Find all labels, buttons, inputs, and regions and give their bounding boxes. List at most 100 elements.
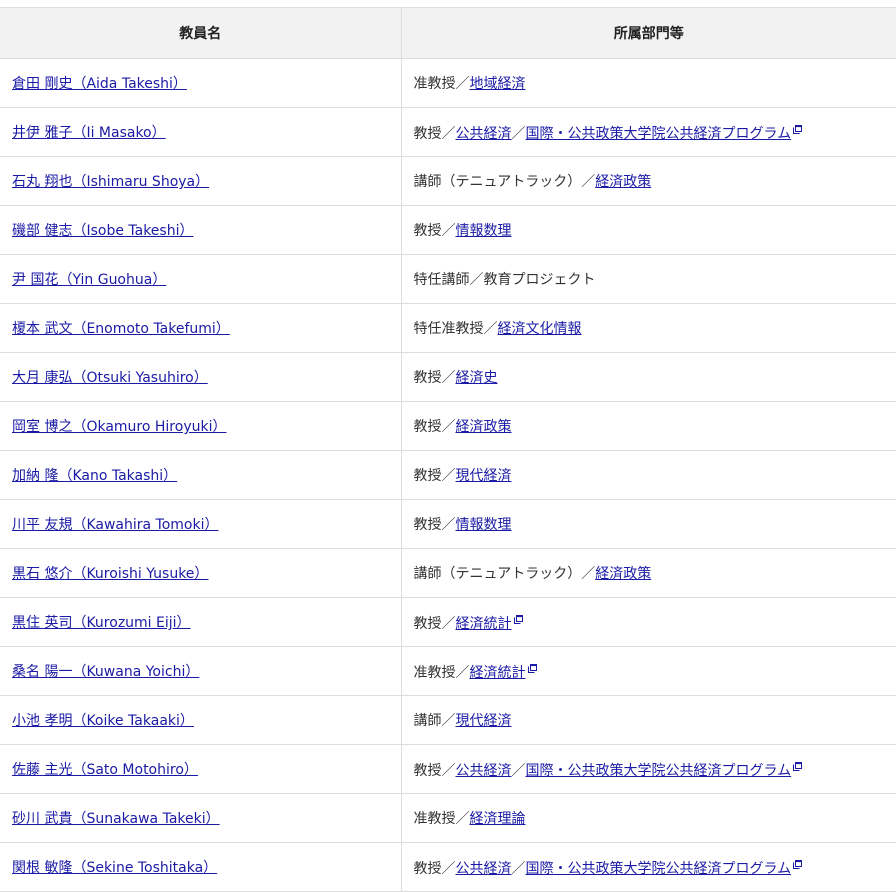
- faculty-name-cell: 榎本 武文（Enomoto Takefumi）: [0, 303, 402, 353]
- faculty-table: 教員名 所属部門等 倉田 剛史（Aida Takeshi） 准教授／地域経済 井伊 …: [0, 7, 896, 892]
- department-link[interactable]: 公共経済: [456, 763, 512, 779]
- table-row: 磯部 健志（Isobe Takeshi） 教授／情報数理: [0, 205, 896, 255]
- faculty-name-cell: 佐藤 主光（Sato Motohiro）: [0, 744, 402, 794]
- faculty-name-link[interactable]: 加納 隆（Kano Takashi）: [12, 468, 177, 484]
- faculty-name-cell: 井伊 雅子（Ii Masako）: [0, 107, 402, 157]
- department-link[interactable]: 地域経済: [470, 76, 526, 92]
- faculty-name-link[interactable]: 倉田 剛史（Aida Takeshi）: [12, 76, 187, 92]
- department-link-label: 情報数理: [455, 517, 512, 533]
- position-title: 教授: [413, 223, 442, 239]
- table-row: 黒住 英司（Kurozumi Eiji） 教授／経済統計: [0, 597, 896, 647]
- separator: ／: [441, 468, 456, 484]
- department-cell: 講師（テニュアトラック）／経済政策: [401, 156, 896, 206]
- faculty-name-cell: 尹 国花（Yin Guohua）: [0, 254, 402, 304]
- department-cell: 教授／情報数理: [401, 499, 896, 549]
- separator: ／: [441, 125, 456, 142]
- separator: ／: [511, 762, 526, 779]
- department-link[interactable]: 経済理論: [470, 811, 526, 827]
- table-row: 佐藤 主光（Sato Motohiro） 教授／公共経済／国際・公共政策大学院公共…: [0, 744, 896, 794]
- table-row: 榎本 武文（Enomoto Takefumi） 特任准教授／経済文化情報: [0, 303, 896, 353]
- department-link[interactable]: 情報数理: [456, 517, 512, 533]
- faculty-name-cell: 大月 康弘（Otsuki Yasuhiro）: [0, 352, 402, 402]
- faculty-name-link[interactable]: 磯部 健志（Isobe Takeshi）: [12, 223, 193, 239]
- external-link-icon: [793, 857, 803, 873]
- column-header-name: 教員名: [0, 7, 402, 59]
- faculty-name-link[interactable]: 石丸 翔也（Ishimaru Shoya）: [12, 174, 209, 190]
- department-cell: 教授／公共経済／国際・公共政策大学院公共経済プログラム: [401, 842, 896, 892]
- table-row: 黒石 悠介（Kuroishi Yusuke） 講師（テニュアトラック）／経済政策: [0, 548, 896, 598]
- faculty-name-link[interactable]: 関根 敏隆（Sekine Toshitaka）: [12, 860, 217, 876]
- department-cell: 教授／現代経済: [401, 450, 896, 500]
- faculty-name-link[interactable]: 川平 友規（Kawahira Tomoki）: [12, 517, 218, 533]
- external-link-icon: [793, 759, 803, 775]
- position-title: 教授: [413, 517, 442, 533]
- position-title: 准教授: [413, 664, 456, 681]
- faculty-name-link[interactable]: 桑名 陽一（Kuwana Yoichi）: [12, 664, 199, 680]
- position-title: 教授: [413, 762, 442, 779]
- faculty-name-link[interactable]: 尹 国花（Yin Guohua）: [12, 272, 166, 288]
- department-link[interactable]: 経済文化情報: [498, 321, 582, 337]
- department-link[interactable]: 経済統計: [469, 663, 537, 681]
- faculty-name-link[interactable]: 黒住 英司（Kurozumi Eiji）: [12, 615, 191, 631]
- position-title: 教授: [413, 370, 442, 386]
- table-row: 砂川 武貴（Sunakawa Takeki） 准教授／経済理論: [0, 793, 896, 843]
- faculty-name-link[interactable]: 佐藤 主光（Sato Motohiro）: [12, 762, 198, 778]
- separator: ／: [441, 713, 456, 729]
- department-link-label: 経済理論: [469, 811, 526, 827]
- faculty-name-link[interactable]: 大月 康弘（Otsuki Yasuhiro）: [12, 370, 208, 386]
- external-link-icon: [513, 612, 523, 628]
- position-title: 講師（テニュアトラック）: [413, 174, 582, 190]
- faculty-name-cell: 加納 隆（Kano Takashi）: [0, 450, 402, 500]
- separator: ／: [441, 517, 456, 533]
- faculty-name-link[interactable]: 砂川 武貴（Sunakawa Takeki）: [12, 811, 220, 827]
- separator: ／: [441, 223, 456, 239]
- department-link[interactable]: 経済史: [456, 370, 498, 386]
- external-link-icon: [793, 122, 803, 138]
- department-link-label: 経済政策: [595, 174, 652, 190]
- department-cell: 教授／公共経済／国際・公共政策大学院公共経済プログラム: [401, 744, 896, 794]
- faculty-name-link[interactable]: 井伊 雅子（Ii Masako）: [12, 125, 166, 141]
- separator: ／: [455, 76, 470, 92]
- department-link-label: 経済統計: [469, 664, 526, 681]
- department-link-label: 経済統計: [455, 615, 512, 632]
- position-title: 講師（テニュアトラック）: [413, 566, 582, 582]
- department-link[interactable]: 情報数理: [456, 223, 512, 239]
- faculty-name-link[interactable]: 黒石 悠介（Kuroishi Yusuke）: [12, 566, 208, 582]
- faculty-name-cell: 川平 友規（Kawahira Tomoki）: [0, 499, 402, 549]
- separator: ／: [483, 321, 498, 337]
- table-row: 小池 孝明（Koike Takaaki） 講師／現代経済: [0, 695, 896, 745]
- position-title: 講師: [413, 713, 442, 729]
- position-title: 教授: [413, 860, 442, 877]
- faculty-name-link[interactable]: 岡室 博之（Okamuro Hiroyuki）: [12, 419, 226, 435]
- department-link[interactable]: 経済統計: [455, 614, 523, 632]
- department-link-label: 公共経済: [455, 860, 512, 877]
- faculty-name-cell: 砂川 武貴（Sunakawa Takeki）: [0, 793, 402, 843]
- department-link[interactable]: 公共経済: [456, 126, 512, 142]
- table-row: 加納 隆（Kano Takashi） 教授／現代経済: [0, 450, 896, 500]
- position-title: 教授: [413, 468, 442, 484]
- department-link[interactable]: 経済政策: [595, 566, 651, 582]
- department-link[interactable]: 公共経済: [456, 861, 512, 877]
- faculty-name-link[interactable]: 榎本 武文（Enomoto Takefumi）: [12, 321, 230, 337]
- department-link[interactable]: 経済政策: [456, 419, 512, 435]
- department-link[interactable]: 現代経済: [456, 468, 512, 484]
- column-header-department: 所属部門等: [401, 7, 896, 59]
- department-link[interactable]: 現代経済: [456, 713, 512, 729]
- department-link[interactable]: 経済政策: [595, 174, 651, 190]
- department-link[interactable]: 国際・公共政策大学院公共経済プログラム: [525, 761, 803, 779]
- faculty-name-cell: 小池 孝明（Koike Takaaki）: [0, 695, 402, 745]
- department-cell: 特任講師／教育プロジェクト: [401, 254, 896, 304]
- table-row: 大月 康弘（Otsuki Yasuhiro） 教授／経済史: [0, 352, 896, 402]
- table-row: 桑名 陽一（Kuwana Yoichi） 准教授／経済統計: [0, 646, 896, 696]
- faculty-name-link[interactable]: 小池 孝明（Koike Takaaki）: [12, 713, 194, 729]
- department-link[interactable]: 国際・公共政策大学院公共経済プログラム: [526, 124, 803, 142]
- separator: ／: [441, 860, 456, 877]
- table-row: 川平 友規（Kawahira Tomoki） 教授／情報数理: [0, 499, 896, 549]
- department-link-label: 国際・公共政策大学院公共経済プログラム: [525, 762, 792, 779]
- department-cell: 准教授／地域経済: [401, 58, 896, 108]
- separator: ／: [581, 566, 596, 582]
- department-link[interactable]: 国際・公共政策大学院公共経済プログラム: [526, 859, 803, 877]
- faculty-name-cell: 岡室 博之（Okamuro Hiroyuki）: [0, 401, 402, 451]
- department-link-label: 経済政策: [455, 419, 512, 435]
- separator: ／: [455, 811, 470, 827]
